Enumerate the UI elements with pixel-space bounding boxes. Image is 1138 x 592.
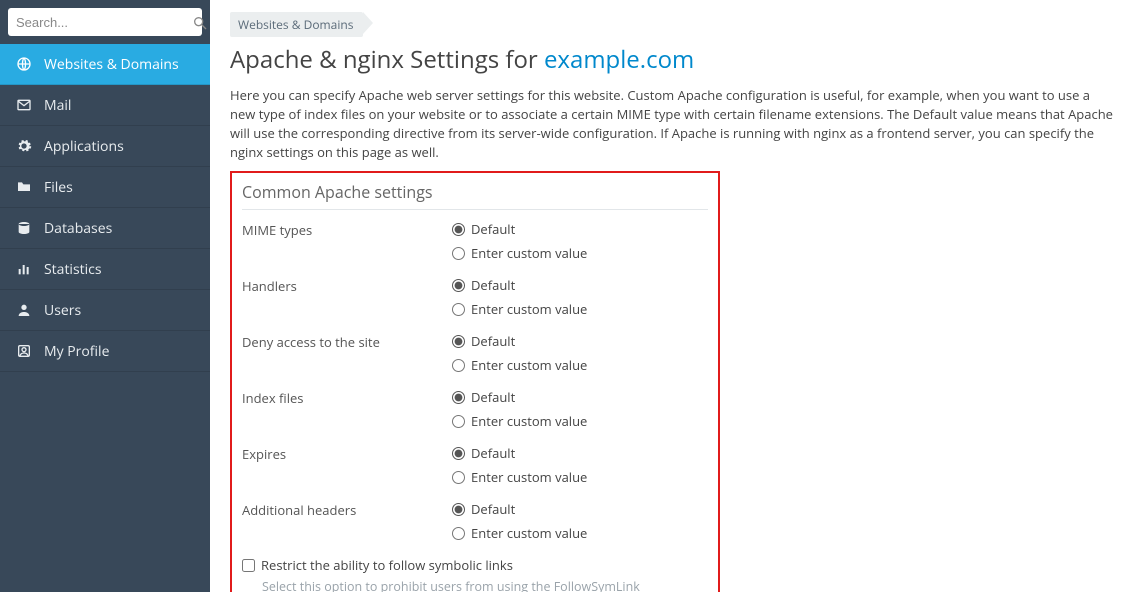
page-description: Here you can specify Apache web server s… xyxy=(230,86,1118,161)
sidebar-item-label: Websites & Domains xyxy=(44,55,179,74)
globe-icon xyxy=(14,56,34,72)
radio-input[interactable] xyxy=(452,471,465,484)
radio-label: Default xyxy=(471,388,515,406)
user-icon xyxy=(14,302,34,318)
radio-input[interactable] xyxy=(452,279,465,292)
radio-label: Default xyxy=(471,332,515,350)
radio-option-default[interactable]: Default xyxy=(452,500,708,518)
field-label: Index files xyxy=(242,388,452,436)
chart-icon xyxy=(14,261,34,277)
radio-label: Enter custom value xyxy=(471,412,587,430)
radio-input[interactable] xyxy=(452,223,465,236)
sidebar-item-statistics[interactable]: Statistics xyxy=(0,249,210,290)
sidebar-item-databases[interactable]: Databases xyxy=(0,208,210,249)
sidebar-item-label: Files xyxy=(44,178,73,197)
radio-input[interactable] xyxy=(452,503,465,516)
field-label: MIME types xyxy=(242,220,452,268)
panel-heading: Common Apache settings xyxy=(242,179,708,210)
radio-input[interactable] xyxy=(452,527,465,540)
main-content: Websites & Domains Apache & nginx Settin… xyxy=(210,0,1138,592)
sidebar-item-label: Applications xyxy=(44,137,124,156)
field-handlers: Handlers Default Enter custom value xyxy=(242,276,708,324)
search-input[interactable] xyxy=(16,15,192,30)
radio-option-custom[interactable]: Enter custom value xyxy=(452,412,708,430)
radio-label: Default xyxy=(471,276,515,294)
radio-option-custom[interactable]: Enter custom value xyxy=(452,300,708,318)
field-symlinks: Restrict the ability to follow symbolic … xyxy=(242,556,708,592)
sidebar-item-applications[interactable]: Applications xyxy=(0,126,210,167)
radio-input[interactable] xyxy=(452,247,465,260)
radio-input[interactable] xyxy=(452,335,465,348)
sidebar-nav: Websites & Domains Mail Applications Fil… xyxy=(0,44,210,372)
sidebar-item-label: Databases xyxy=(44,219,112,238)
field-label: Additional headers xyxy=(242,500,452,548)
field-additional-headers: Additional headers Default Enter custom … xyxy=(242,500,708,548)
sidebar-item-profile[interactable]: My Profile xyxy=(0,331,210,372)
page-title: Apache & nginx Settings for example.com xyxy=(230,43,1118,76)
profile-icon xyxy=(14,343,34,359)
radio-option-default[interactable]: Default xyxy=(452,276,708,294)
radio-option-default[interactable]: Default xyxy=(452,220,708,238)
radio-option-custom[interactable]: Enter custom value xyxy=(452,524,708,542)
radio-label: Enter custom value xyxy=(471,468,587,486)
search-icon[interactable] xyxy=(192,13,208,32)
radio-input[interactable] xyxy=(452,359,465,372)
breadcrumb-item[interactable]: Websites & Domains xyxy=(230,12,363,37)
field-hint: Select this option to prohibit users fro… xyxy=(262,578,692,592)
folder-icon xyxy=(14,179,34,195)
sidebar-item-label: Users xyxy=(44,301,81,320)
breadcrumb: Websites & Domains xyxy=(230,12,1118,37)
radio-label: Default xyxy=(471,444,515,462)
field-label: Handlers xyxy=(242,276,452,324)
sidebar-item-label: Mail xyxy=(44,96,71,115)
mail-icon xyxy=(14,97,34,113)
field-index-files: Index files Default Enter custom value xyxy=(242,388,708,436)
sidebar-item-users[interactable]: Users xyxy=(0,290,210,331)
radio-label: Enter custom value xyxy=(471,300,587,318)
common-apache-settings-panel: Common Apache settings MIME types Defaul… xyxy=(230,171,720,592)
checkbox-option-symlinks[interactable]: Restrict the ability to follow symbolic … xyxy=(242,556,708,574)
sidebar-item-websites[interactable]: Websites & Domains xyxy=(0,44,210,85)
radio-option-custom[interactable]: Enter custom value xyxy=(452,356,708,374)
database-icon xyxy=(14,220,34,236)
sidebar-item-label: Statistics xyxy=(44,260,102,279)
radio-input[interactable] xyxy=(452,415,465,428)
sidebar: Websites & Domains Mail Applications Fil… xyxy=(0,0,210,592)
page-title-prefix: Apache & nginx Settings for xyxy=(230,43,544,76)
radio-label: Enter custom value xyxy=(471,356,587,374)
checkbox-input[interactable] xyxy=(242,559,255,572)
radio-input[interactable] xyxy=(452,447,465,460)
sidebar-item-mail[interactable]: Mail xyxy=(0,85,210,126)
radio-label: Enter custom value xyxy=(471,244,587,262)
radio-option-default[interactable]: Default xyxy=(452,332,708,350)
field-label: Deny access to the site xyxy=(242,332,452,380)
radio-option-default[interactable]: Default xyxy=(452,388,708,406)
page-title-domain: example.com xyxy=(544,43,694,76)
radio-label: Default xyxy=(471,500,515,518)
sidebar-item-files[interactable]: Files xyxy=(0,167,210,208)
field-expires: Expires Default Enter custom value xyxy=(242,444,708,492)
radio-label: Default xyxy=(471,220,515,238)
radio-label: Enter custom value xyxy=(471,524,587,542)
sidebar-item-label: My Profile xyxy=(44,342,109,361)
radio-option-custom[interactable]: Enter custom value xyxy=(452,468,708,486)
field-label: Expires xyxy=(242,444,452,492)
checkbox-label: Restrict the ability to follow symbolic … xyxy=(261,556,513,574)
field-mime-types: MIME types Default Enter custom value xyxy=(242,220,708,268)
radio-option-default[interactable]: Default xyxy=(452,444,708,462)
gear-icon xyxy=(14,138,34,154)
radio-input[interactable] xyxy=(452,303,465,316)
radio-option-custom[interactable]: Enter custom value xyxy=(452,244,708,262)
search-box xyxy=(8,8,202,36)
radio-input[interactable] xyxy=(452,391,465,404)
field-deny-access: Deny access to the site Default Enter cu… xyxy=(242,332,708,380)
